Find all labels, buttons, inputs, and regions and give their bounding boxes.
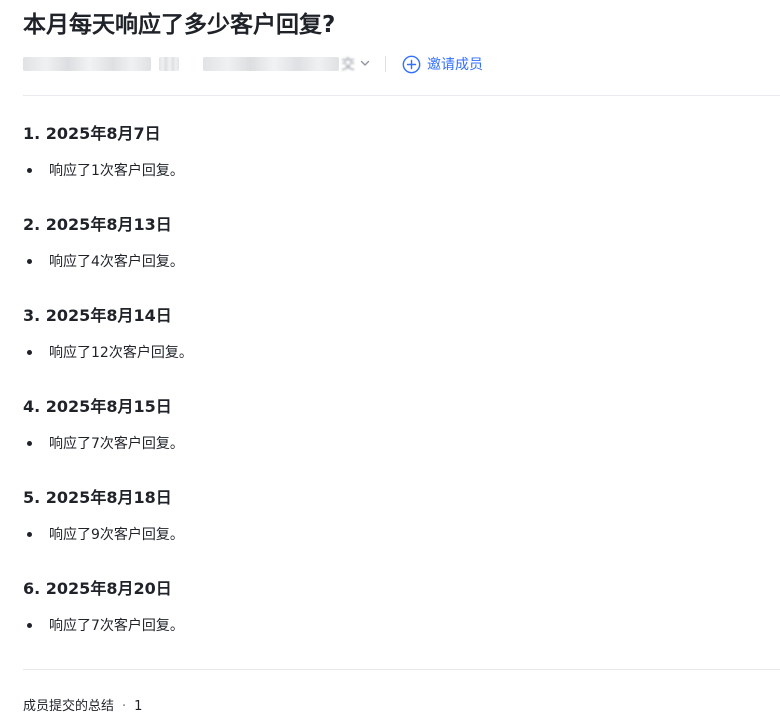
bullet-icon bbox=[27, 258, 32, 264]
entry-heading: 1. 2025年8月7日 bbox=[23, 124, 161, 143]
entry-bullet-text: 响应了4次客户回复。 bbox=[49, 254, 184, 270]
list-item: 3. 2025年8月14日 响应了12次客户回复。 bbox=[23, 300, 780, 391]
member-summary-count: 1 bbox=[134, 699, 143, 714]
entry-heading: 4. 2025年8月15日 bbox=[23, 397, 172, 416]
page-title: 本月每天响应了多少客户回复? bbox=[23, 12, 336, 38]
entry-bullet-text: 响应了12次客户回复。 bbox=[49, 345, 193, 361]
redacted-text bbox=[159, 57, 179, 71]
entry-list: 1. 2025年8月7日 响应了1次客户回复。 2. 2025年8月13日 响应… bbox=[23, 118, 780, 664]
bullet-icon bbox=[27, 622, 32, 628]
entry-bullet: 响应了7次客户回复。 bbox=[23, 431, 780, 455]
list-item: 4. 2025年8月15日 响应了7次客户回复。 bbox=[23, 391, 780, 482]
invite-member-label: 邀请成员 bbox=[427, 57, 483, 73]
member-summary-label: 成员提交的总结 bbox=[23, 699, 115, 714]
list-item: 2. 2025年8月13日 响应了4次客户回复。 bbox=[23, 209, 780, 300]
bullet-icon bbox=[27, 440, 32, 446]
entry-bullet-text: 响应了7次客户回复。 bbox=[49, 436, 184, 452]
entry-bullet: 响应了1次客户回复。 bbox=[23, 158, 780, 182]
footer-separator: · bbox=[122, 699, 127, 714]
entry-heading: 2. 2025年8月13日 bbox=[23, 215, 172, 234]
redacted-text bbox=[23, 57, 151, 71]
member-summary-footer: 成员提交的总结 · 1 bbox=[23, 695, 142, 714]
redacted-text bbox=[203, 57, 339, 71]
entry-heading: 5. 2025年8月18日 bbox=[23, 488, 172, 507]
entry-bullet-text: 响应了7次客户回复。 bbox=[49, 618, 184, 634]
divider bbox=[23, 95, 780, 96]
entry-bullet-text: 响应了9次客户回复。 bbox=[49, 527, 184, 543]
divider bbox=[23, 669, 780, 670]
bullet-icon bbox=[27, 349, 32, 355]
entry-heading: 3. 2025年8月14日 bbox=[23, 306, 172, 325]
entry-bullet: 响应了9次客户回复。 bbox=[23, 522, 780, 546]
entry-bullet-text: 响应了1次客户回复。 bbox=[49, 163, 184, 179]
invite-member-button[interactable]: 邀请成员 bbox=[402, 54, 483, 74]
list-item: 1. 2025年8月7日 响应了1次客户回复。 bbox=[23, 118, 780, 209]
entry-bullet: 响应了4次客户回复。 bbox=[23, 249, 780, 273]
chevron-down-icon[interactable] bbox=[359, 57, 371, 69]
redacted-text-tail: 交 bbox=[341, 57, 355, 73]
entry-bullet: 响应了12次客户回复。 bbox=[23, 340, 780, 364]
meta-row: 交 邀请成员 bbox=[23, 52, 483, 76]
entry-heading: 6. 2025年8月20日 bbox=[23, 579, 172, 598]
entry-bullet: 响应了7次客户回复。 bbox=[23, 613, 780, 637]
list-item: 5. 2025年8月18日 响应了9次客户回复。 bbox=[23, 482, 780, 573]
bullet-icon bbox=[27, 531, 32, 537]
bullet-icon bbox=[27, 167, 32, 173]
plus-circle-icon bbox=[402, 55, 421, 73]
list-item: 6. 2025年8月20日 响应了7次客户回复。 bbox=[23, 573, 780, 664]
vertical-divider bbox=[385, 56, 386, 72]
